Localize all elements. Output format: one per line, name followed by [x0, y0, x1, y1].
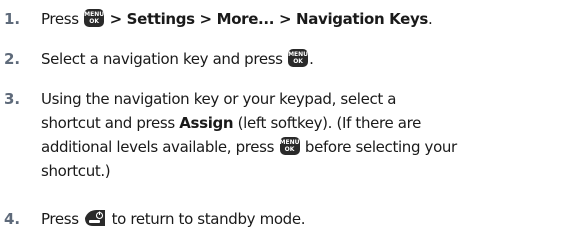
step-text: Select a navigation key and press: [41, 50, 288, 68]
menu-ok-key-icon: MENU OK: [279, 137, 300, 155]
step-line: additional levels available, press MENU O…: [41, 137, 457, 156]
assign-softkey-label: Assign: [179, 114, 234, 132]
step-line: Using the navigation key or your keypad,…: [41, 90, 397, 108]
step-text: to return to standby mode.: [107, 210, 306, 228]
menu-ok-key-icon: MENU OK: [84, 9, 105, 27]
step-number: 3.: [4, 90, 21, 108]
step-text: Press: [41, 210, 84, 228]
step-line: shortcut and press Assign (left softkey)…: [41, 114, 421, 132]
step-3: 3. Using the navigation key or your keyp…: [0, 87, 457, 183]
step-2: 2. Select a navigation key and press MEN…: [0, 47, 314, 71]
menu-ok-key-icon: MENU OK: [288, 49, 309, 67]
step-text: .: [428, 10, 433, 28]
step-text: .: [309, 50, 314, 68]
step-line: shortcut.): [41, 162, 111, 180]
menu-path: > Settings > More... > Navigation Keys: [109, 10, 429, 28]
step-4: 4. Press to return to standby mode.: [0, 207, 306, 231]
step-text: Press: [41, 10, 84, 28]
end-power-key-icon: [85, 210, 106, 226]
step-number: 1.: [4, 10, 21, 28]
step-1: 1. Press MENU OK > Settings > More... > N…: [0, 7, 433, 31]
step-number: 2.: [4, 50, 21, 68]
step-number: 4.: [4, 210, 21, 228]
